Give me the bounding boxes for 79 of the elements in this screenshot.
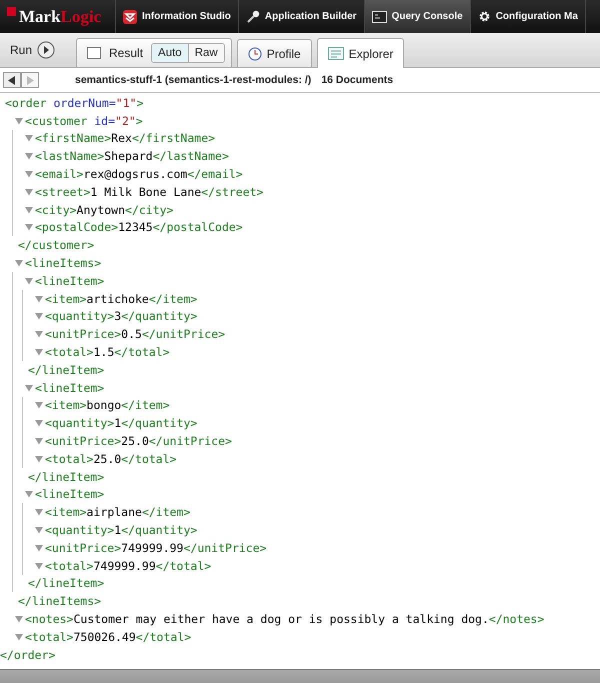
- expand-toggle-icon[interactable]: [25, 152, 33, 160]
- expand-toggle-icon[interactable]: [35, 401, 43, 410]
- expand-toggle-icon[interactable]: [35, 312, 43, 320]
- expand-toggle-icon[interactable]: [25, 206, 33, 214]
- view-tab[interactable]: Profile: [236, 39, 312, 67]
- xml-line: <unitPrice>25.0</unitPrice>: [45, 434, 232, 448]
- xml-line: <unitPrice>0.5</unitPrice>: [45, 327, 226, 342]
- right-triangle-icon: [26, 76, 34, 84]
- xml-line: <city>Anytown</city>: [35, 202, 174, 217]
- expand-toggle-icon[interactable]: [35, 454, 43, 463]
- back-button[interactable]: [3, 72, 21, 88]
- play-icon: [37, 41, 56, 59]
- terminal-icon: [372, 10, 387, 22]
- xml-line: </customer>: [18, 238, 94, 252]
- xml-line: <unitPrice>749999.99</unitPrice>: [45, 540, 267, 555]
- xml-line: <quantity>1</quantity>: [45, 416, 198, 430]
- xml-line: <lineItem>: [35, 274, 104, 288]
- xml-line: <lineItems>: [25, 256, 102, 270]
- xml-line: <lastName>Shepard</lastName>: [35, 149, 229, 164]
- expand-toggle-icon[interactable]: [15, 615, 23, 623]
- xml-line: <order orderNum="1">: [5, 96, 144, 110]
- expand-toggle-icon[interactable]: [25, 276, 33, 285]
- expand-toggle-icon[interactable]: [35, 508, 43, 516]
- xml-line: <total>750026.49</total>: [25, 630, 192, 644]
- xml-line: <postalCode>12345</postalCode>: [35, 220, 243, 234]
- left-triangle-icon: [8, 76, 16, 84]
- xml-line: <customer id="2">: [25, 114, 143, 128]
- xml-line: <quantity>1</quantity>: [45, 523, 198, 538]
- xml-line: <item>bongo</item>: [45, 398, 170, 412]
- window-icon: [87, 47, 102, 59]
- xml-line: <notes>Customer may either have a dog or is possibly a talking dog.</notes>: [25, 612, 544, 626]
- xml-line: <total>749999.99</total>: [45, 558, 212, 573]
- expand-toggle-icon[interactable]: [35, 294, 43, 303]
- expand-toggle-icon[interactable]: [35, 526, 43, 534]
- xml-line: <lineItem>: [35, 380, 104, 395]
- xml-line: </lineItem>: [28, 470, 104, 484]
- xml-line: </lineItem>: [28, 362, 104, 377]
- xml-line: <email>rex@dogsrus.com</email>: [35, 167, 243, 182]
- result-label: Result: [109, 46, 144, 60]
- expand-toggle-icon[interactable]: [35, 562, 43, 570]
- expand-toggle-icon[interactable]: [25, 188, 33, 196]
- document-icon: [328, 47, 344, 60]
- wrench-icon: [246, 10, 260, 24]
- run-button[interactable]: Run: [6, 39, 60, 61]
- mode-toggle[interactable]: Auto: [152, 44, 188, 62]
- xml-line: </lineItems>: [18, 594, 102, 608]
- xml-line: <firstName>Rex</firstName>: [35, 131, 216, 146]
- expand-toggle-icon[interactable]: [25, 490, 33, 498]
- app-tab[interactable]: Query Console: [364, 0, 471, 33]
- database-path: semantics-stuff-1 (semantics-1-rest-modules: /): [75, 74, 312, 86]
- clock-icon: [248, 46, 262, 60]
- gear-icon: [478, 10, 491, 23]
- expand-toggle-icon[interactable]: [35, 348, 43, 356]
- mode-toggle[interactable]: Raw: [188, 44, 224, 62]
- expand-toggle-icon[interactable]: [15, 116, 23, 125]
- expand-toggle-icon[interactable]: [25, 170, 33, 178]
- expand-toggle-icon[interactable]: [35, 544, 43, 552]
- expand-toggle-icon[interactable]: [15, 259, 23, 268]
- xml-line: <street>1 Milk Bone Lane</street>: [35, 184, 264, 199]
- expand-toggle-icon[interactable]: [25, 384, 33, 392]
- expand-toggle-icon[interactable]: [25, 223, 33, 232]
- expand-toggle-icon[interactable]: [35, 330, 43, 338]
- document-count: 16 Documents: [321, 74, 394, 86]
- view-tab[interactable]: Explorer: [316, 38, 404, 68]
- xml-line: <quantity>3</quantity>: [45, 309, 198, 324]
- expand-toggle-icon[interactable]: [35, 437, 43, 446]
- xml-line: <lineItem>: [35, 487, 104, 502]
- xml-line: <total>1.5</total>: [45, 345, 170, 360]
- xml-line: <item>airplane</item>: [45, 505, 190, 520]
- xml-line: <item>artichoke</item>: [45, 292, 198, 306]
- logo-icon: [7, 7, 16, 16]
- xml-line: </lineItem>: [28, 576, 104, 590]
- expand-toggle-icon[interactable]: [15, 632, 23, 641]
- expand-toggle-icon[interactable]: [25, 134, 33, 142]
- studio-icon: [123, 10, 137, 24]
- xml-line: </order>: [0, 648, 56, 662]
- xml-line: <total>25.0</total>: [45, 452, 177, 466]
- expand-toggle-icon[interactable]: [35, 419, 43, 428]
- result-tab[interactable]: Result Auto Raw: [76, 38, 232, 67]
